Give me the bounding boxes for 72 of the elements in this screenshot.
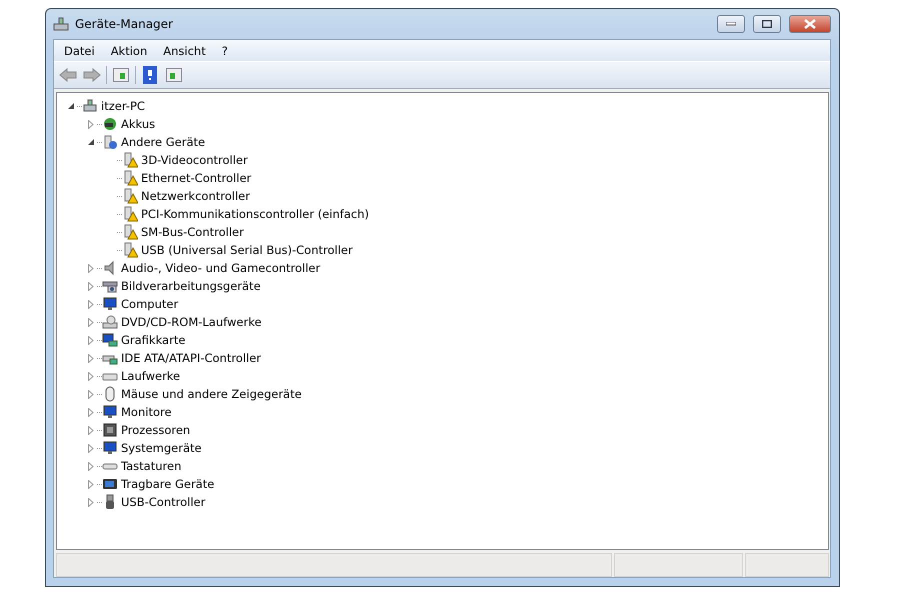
maximize-button[interactable] [753, 15, 781, 33]
warning-icon [122, 188, 138, 204]
tree-item[interactable]: Grafikkarte [118, 333, 186, 347]
expand-arrow-icon[interactable] [88, 408, 94, 416]
minimize-button[interactable] [717, 15, 745, 33]
tree-item[interactable]: IDE ATA/ATAPI-Controller [118, 351, 262, 365]
computer-icon [82, 98, 98, 114]
expand-arrow-icon[interactable] [88, 462, 94, 470]
expand-arrow-icon[interactable] [88, 426, 94, 434]
monitor-icon [102, 404, 118, 420]
expand-arrow-icon[interactable] [88, 264, 94, 272]
device-manager-icon [53, 16, 69, 32]
action-pane-button[interactable] [164, 65, 184, 85]
collapse-arrow-icon[interactable] [88, 138, 94, 146]
tree-item[interactable]: 3D-Videocontroller [138, 153, 248, 167]
menu-item[interactable]: ? [214, 44, 236, 58]
tree-item[interactable]: Akkus [118, 117, 156, 131]
tree-item[interactable]: DVD/CD-ROM-Laufwerke [118, 315, 262, 329]
expand-arrow-icon[interactable] [88, 336, 94, 344]
portable-device-icon [102, 476, 118, 492]
close-icon [804, 19, 816, 29]
battery-icon [102, 116, 118, 132]
tree-item[interactable]: Computer [118, 297, 178, 311]
expand-arrow-icon[interactable] [88, 444, 94, 452]
console-tree-button[interactable] [111, 65, 131, 85]
disc-drive-icon [102, 314, 118, 330]
tree-item[interactable]: PCI-Kommunikationscontroller (einfach) [138, 207, 369, 221]
tree-item[interactable]: USB (Universal Serial Bus)-Controller [138, 243, 353, 257]
menu-item[interactable]: Aktion [102, 44, 156, 58]
expand-arrow-icon[interactable] [88, 300, 94, 308]
tree-item[interactable]: itzer-PC [98, 99, 145, 113]
warning-icon [122, 206, 138, 222]
monitor-icon [102, 440, 118, 456]
back-button[interactable] [58, 65, 78, 85]
tree-item[interactable]: Prozessoren [118, 423, 190, 437]
collapse-arrow-icon[interactable] [68, 102, 74, 110]
maximize-icon [762, 20, 772, 28]
forward-button[interactable] [82, 65, 102, 85]
tree-item[interactable]: Monitore [118, 405, 172, 419]
expand-arrow-icon[interactable] [88, 390, 94, 398]
expand-arrow-icon[interactable] [88, 120, 94, 128]
window-title: Geräte-Manager [75, 17, 174, 31]
menu-item[interactable]: Ansicht [155, 44, 214, 58]
tree-item[interactable]: Laufwerke [118, 369, 180, 383]
close-button[interactable] [789, 15, 831, 33]
tree-item[interactable]: Mäuse und andere Zeigegeräte [118, 387, 302, 401]
tree-item[interactable]: Systemgeräte [118, 441, 202, 455]
graphics-card-icon [102, 332, 118, 348]
warning-icon [122, 170, 138, 186]
monitor-icon [102, 296, 118, 312]
tree-item[interactable]: Tragbare Geräte [118, 477, 214, 491]
tree-item[interactable]: Tastaturen [118, 459, 182, 473]
tree-item[interactable]: SM-Bus-Controller [138, 225, 244, 239]
warning-icon [122, 242, 138, 258]
menu-item[interactable]: Datei [56, 44, 103, 58]
expand-arrow-icon[interactable] [88, 480, 94, 488]
tree-item[interactable]: Audio-, Video- und Gamecontroller [118, 261, 320, 275]
warning-icon [122, 152, 138, 168]
expand-arrow-icon[interactable] [88, 318, 94, 326]
tree-item[interactable]: Netzwerkcontroller [138, 189, 250, 203]
expand-arrow-icon[interactable] [88, 372, 94, 380]
minimize-icon [726, 22, 736, 26]
expand-arrow-icon[interactable] [88, 282, 94, 290]
expand-arrow-icon[interactable] [88, 354, 94, 362]
help-button[interactable] [140, 65, 160, 85]
tree-item[interactable]: Bildverarbeitungsgeräte [118, 279, 261, 293]
expand-arrow-icon[interactable] [88, 498, 94, 506]
tree-item[interactable]: Ethernet-Controller [138, 171, 252, 185]
tree-item[interactable]: USB-Controller [118, 495, 206, 509]
warning-icon [122, 224, 138, 240]
unknown-device-icon [102, 134, 118, 150]
tree-item[interactable]: Andere Geräte [118, 135, 206, 149]
